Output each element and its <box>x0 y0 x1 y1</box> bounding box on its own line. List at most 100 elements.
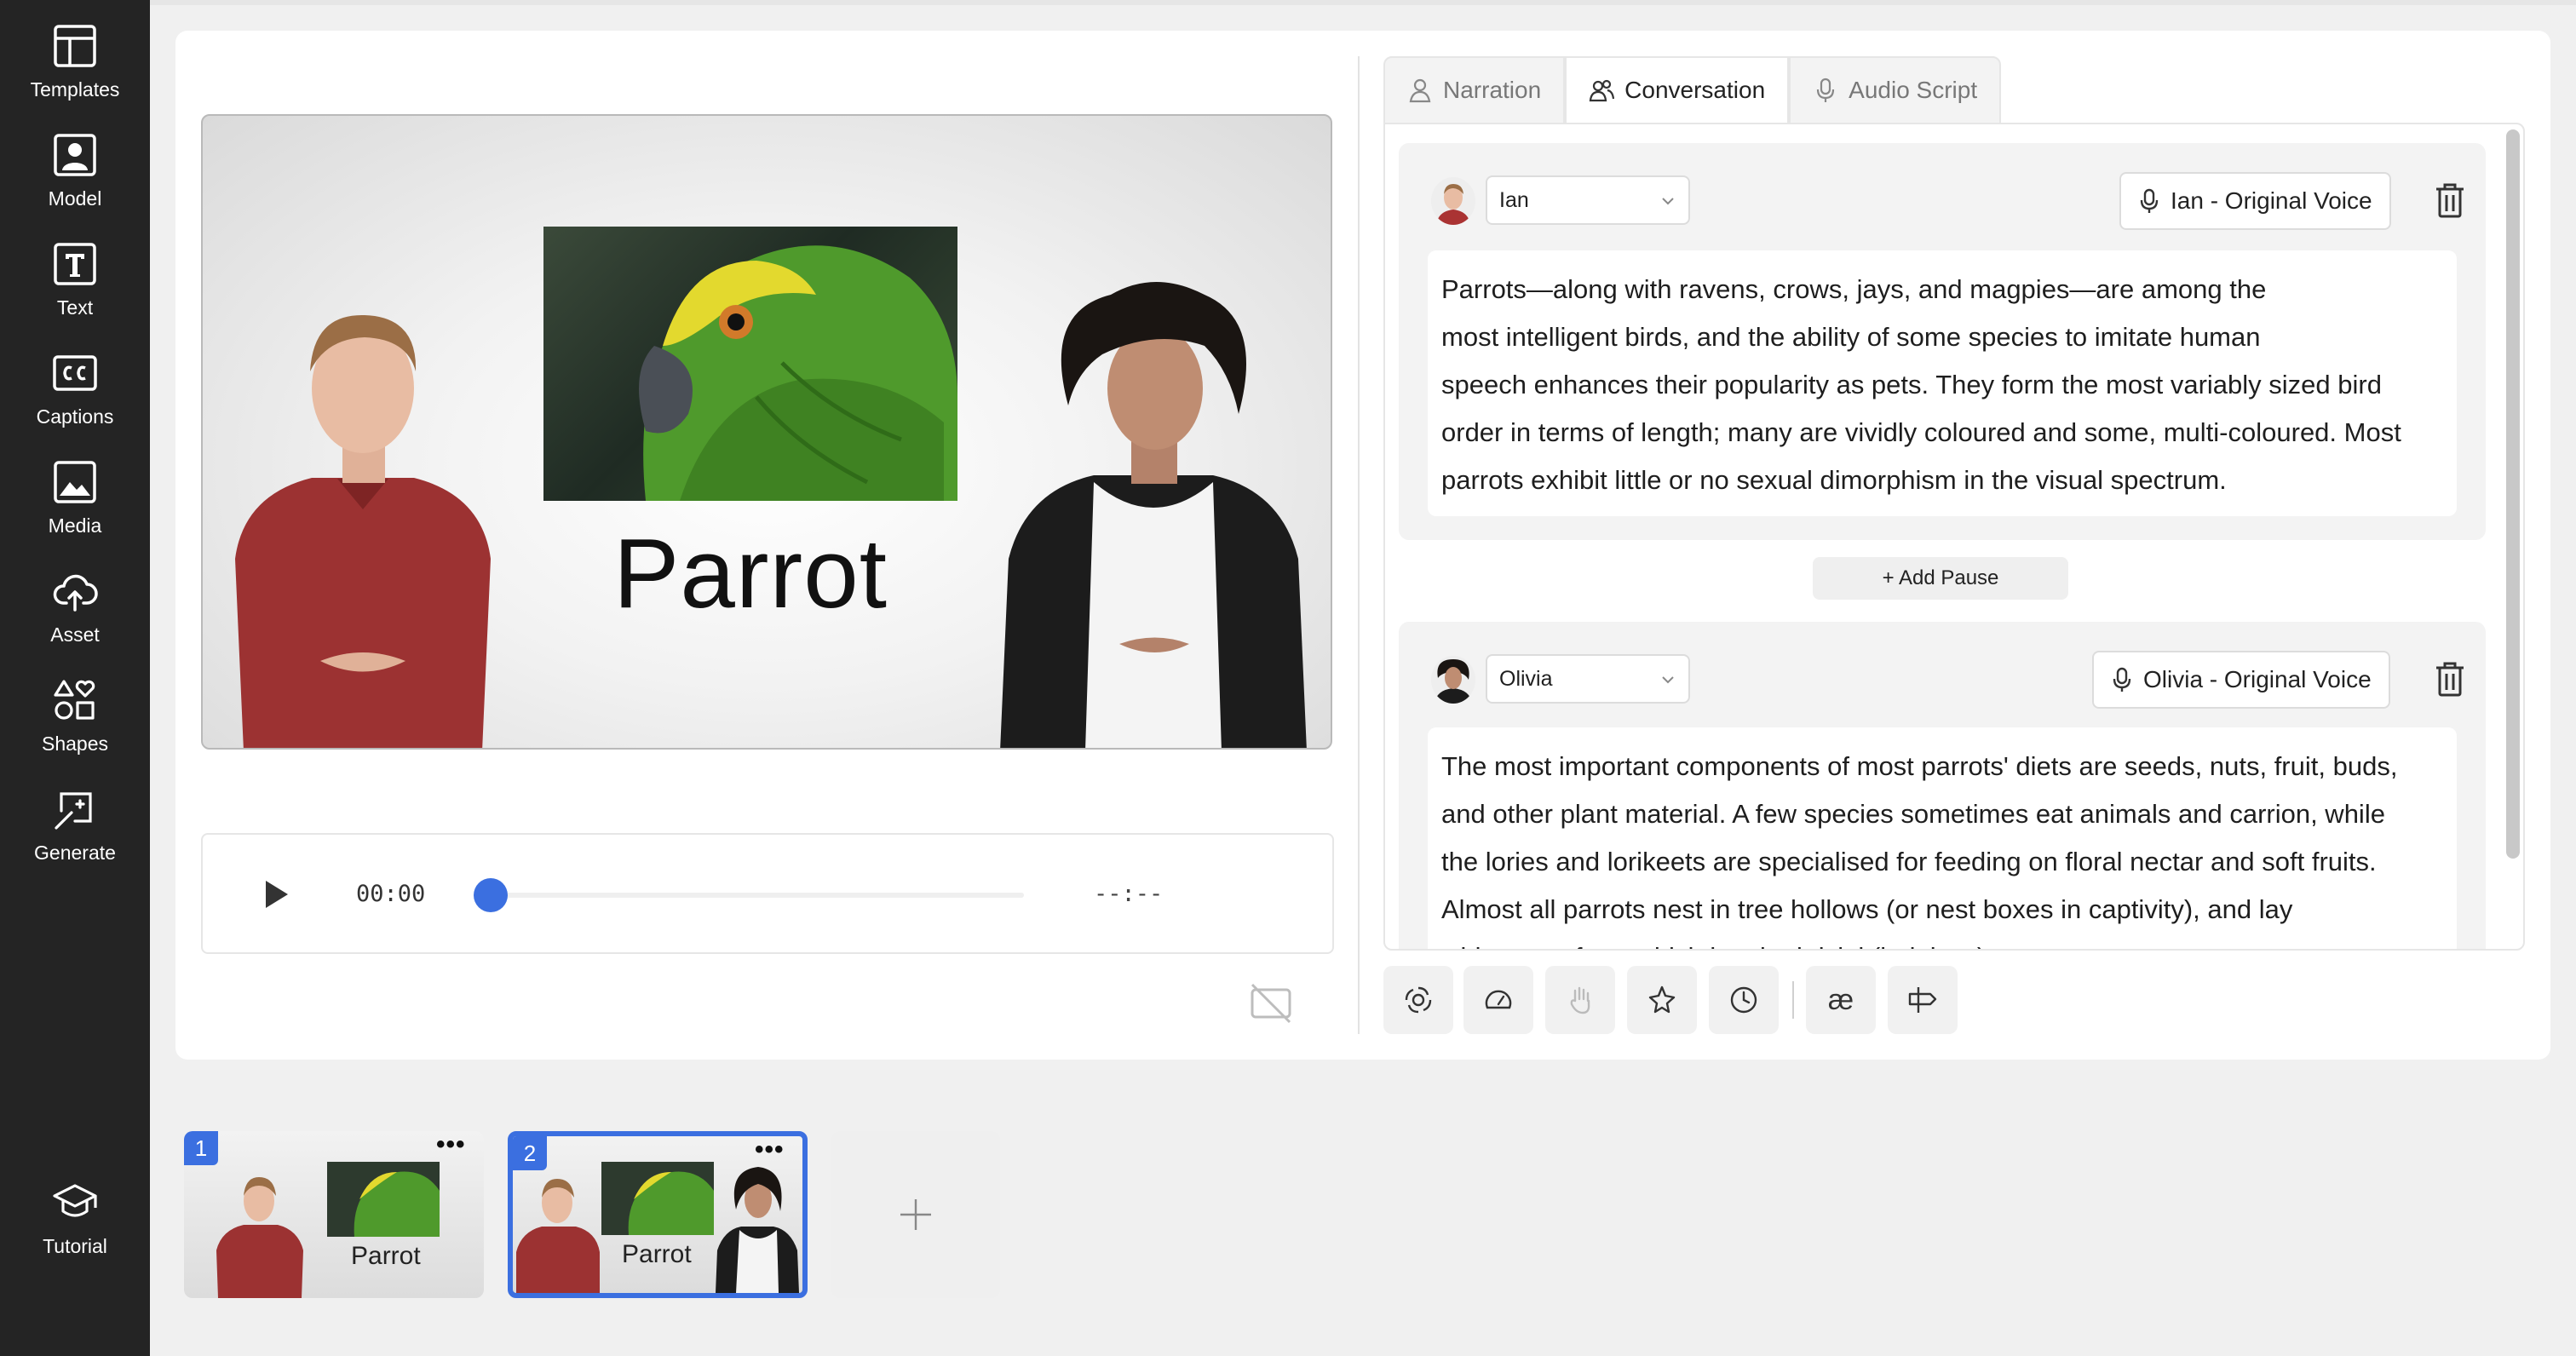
progress-track[interactable] <box>491 893 1024 898</box>
slide-thumb-title: Parrot <box>622 1240 692 1268</box>
sidebar-item-label: Media <box>48 514 102 537</box>
script-line: order in terms of length; many are vivid… <box>1441 417 2401 447</box>
shapes-icon <box>54 680 95 720</box>
avatar <box>1431 656 1475 704</box>
sign-button[interactable] <box>1888 966 1958 1034</box>
pronunciation-button[interactable]: æ <box>1806 966 1876 1034</box>
voice-select-button[interactable]: Olivia - Original Voice <box>2092 651 2390 709</box>
speaker-block-olivia: Olivia Olivia - Original Voice The most … <box>1399 622 2486 949</box>
sidebar-item-generate[interactable]: Generate <box>0 782 150 876</box>
people-icon <box>1589 79 1615 102</box>
slide-preview[interactable]: Parrot <box>201 114 1332 750</box>
magic-pin-button[interactable] <box>1627 966 1697 1034</box>
sidebar-item-templates[interactable]: Templates <box>0 19 150 112</box>
microphone-icon <box>1817 78 1835 102</box>
gesture-button[interactable] <box>1545 966 1615 1034</box>
voice-select-button[interactable]: Ian - Original Voice <box>2119 172 2391 230</box>
microphone-icon <box>2140 188 2159 213</box>
tab-label: Audio Script <box>1849 77 1978 103</box>
trash-icon[interactable] <box>2433 182 2467 220</box>
current-time: 00:00 <box>356 881 426 907</box>
play-icon[interactable] <box>259 877 293 911</box>
cc-icon <box>53 355 97 391</box>
slide-thumbnail-1[interactable]: 1 ••• Parrot <box>184 1131 484 1298</box>
chevron-down-icon <box>1662 676 1674 684</box>
cloud-upload-icon <box>53 574 98 612</box>
openai-icon <box>1405 986 1432 1014</box>
tab-label: Narration <box>1443 77 1542 103</box>
script-tabs: Narration Conversation Audio Script <box>1383 56 2002 124</box>
openai-button[interactable] <box>1383 966 1453 1034</box>
script-line: speech enhances their popularity as pets… <box>1441 370 2382 399</box>
sidebar-item-asset[interactable]: Asset <box>0 564 150 658</box>
sidebar-item-tutorial[interactable]: Tutorial <box>0 1175 150 1269</box>
person-square-icon <box>54 134 96 176</box>
speed-button[interactable] <box>1463 966 1533 1034</box>
sidebar-item-label: Text <box>56 296 94 319</box>
end-time: --:-- <box>1094 881 1164 907</box>
avatar-olivia[interactable] <box>975 278 1331 748</box>
script-text-olivia[interactable]: The most important components of most pa… <box>1428 727 2457 949</box>
speed-gauge-icon <box>1485 990 1512 1009</box>
add-slide-button[interactable] <box>831 1131 1000 1298</box>
script-line: white eggs from which hatch altricial (h… <box>1441 934 2443 949</box>
magic-generate-icon <box>55 792 92 830</box>
sidebar-item-label: Shapes <box>41 733 108 755</box>
script-line: Almost all parrots nest in tree hollows … <box>1441 894 2293 924</box>
sidebar-item-text[interactable]: Text <box>0 237 150 330</box>
sidebar-item-media[interactable]: Media <box>0 455 150 549</box>
more-icon[interactable]: ••• <box>436 1132 470 1158</box>
avatar <box>1431 177 1475 225</box>
script-line: The most important components of most pa… <box>1441 751 2398 781</box>
script-line: most intelligent birds, and the ability … <box>1441 322 2261 352</box>
tab-audio-script[interactable]: Audio Script <box>1789 56 2002 124</box>
sidebar-item-label: Generate <box>34 842 116 864</box>
tab-conversation[interactable]: Conversation <box>1565 56 1790 124</box>
sidebar-item-label: Templates <box>30 78 120 101</box>
video-player: 00:00 --:-- <box>201 833 1334 954</box>
ipa-ae-icon: æ <box>1827 983 1854 1016</box>
script-line: parrots exhibit little or no sexual dimo… <box>1441 465 2227 495</box>
microphone-icon <box>2113 667 2131 692</box>
conversation-panel: Ian Ian - Original Voice Parrots—along w… <box>1383 123 2525 951</box>
tab-narration[interactable]: Narration <box>1383 56 1566 124</box>
scrollbar[interactable] <box>2506 129 2520 859</box>
text-icon <box>54 243 96 285</box>
sidebar-item-label: Tutorial <box>43 1235 107 1257</box>
progress-knob[interactable] <box>474 878 508 912</box>
speaker-block-ian: Ian Ian - Original Voice Parrots—along w… <box>1399 143 2486 540</box>
slide-thumb-title: Parrot <box>351 1242 421 1270</box>
trash-icon[interactable] <box>2433 661 2467 698</box>
toolbar-separator <box>1792 981 1794 1019</box>
speaker-name: Ian <box>1499 187 1529 212</box>
sidebar-item-label: Captions <box>36 405 114 428</box>
speaker-select[interactable]: Olivia <box>1486 654 1690 704</box>
plus-icon <box>900 1199 931 1230</box>
timing-button[interactable] <box>1709 966 1779 1034</box>
sign-pointer-icon <box>1908 987 1937 1013</box>
sidebar-item-captions[interactable]: Captions <box>0 346 150 440</box>
gesture-hand-icon <box>1570 986 1590 1014</box>
slide-title-text[interactable]: Parrot <box>543 516 957 630</box>
slide-thumbnail-2[interactable]: 2 ••• Parrot <box>508 1131 808 1298</box>
sidebar-item-label: Asset <box>50 623 100 646</box>
script-line: the lories and lorikeets are specialised… <box>1441 847 2377 876</box>
add-pause-button[interactable]: + Add Pause <box>1813 557 2068 600</box>
captions-off-icon[interactable] <box>1247 980 1295 1027</box>
avatar-ian[interactable] <box>210 286 516 748</box>
magic-pin-icon <box>1648 985 1676 1014</box>
speaker-select[interactable]: Ian <box>1486 175 1690 225</box>
parrot-image[interactable] <box>543 227 957 501</box>
sidebar-item-shapes[interactable]: Shapes <box>0 673 150 767</box>
script-text-ian[interactable]: Parrots—along with ravens, crows, jays, … <box>1428 250 2457 516</box>
sidebar-item-model[interactable]: Model <box>0 128 150 221</box>
person-icon <box>1409 78 1431 103</box>
tab-label: Conversation <box>1624 77 1766 103</box>
slide-number: 1 <box>184 1131 218 1165</box>
chevron-down-icon <box>1662 198 1674 205</box>
slide-number: 2 <box>513 1136 547 1170</box>
more-icon[interactable]: ••• <box>755 1137 789 1163</box>
layout-icon <box>54 25 96 67</box>
speaker-name: Olivia <box>1499 666 1553 691</box>
voice-label: Ian - Original Voice <box>2171 187 2372 214</box>
